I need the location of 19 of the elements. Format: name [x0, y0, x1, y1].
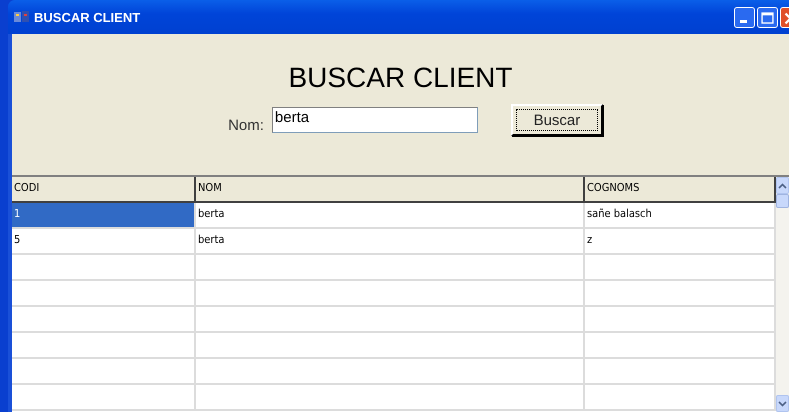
scroll-thumb[interactable] — [776, 194, 789, 208]
search-button[interactable]: Buscar — [510, 104, 603, 136]
table-cell[interactable]: 1 — [12, 203, 196, 227]
scroll-down-button[interactable] — [776, 395, 789, 412]
table-cell[interactable]: berta — [196, 229, 585, 253]
column-header[interactable]: NOM — [196, 177, 585, 201]
minimize-icon — [740, 20, 747, 22]
form-heading: BUSCAR CLIENT — [288, 62, 513, 94]
name-label: Nom: — [228, 116, 264, 134]
app-icon — [14, 10, 30, 24]
vertical-scrollbar[interactable] — [776, 177, 789, 412]
table-cell[interactable]: berta — [196, 203, 585, 227]
name-input-field[interactable]: berta — [272, 107, 478, 133]
column-header[interactable]: CODI — [12, 177, 196, 201]
maximize-button[interactable] — [757, 6, 778, 28]
window-title: BUSCAR CLIENT — [34, 10, 142, 24]
minimize-button[interactable] — [734, 6, 755, 28]
scroll-up-button[interactable] — [776, 177, 789, 194]
table-cell[interactable]: 5 — [12, 229, 196, 253]
